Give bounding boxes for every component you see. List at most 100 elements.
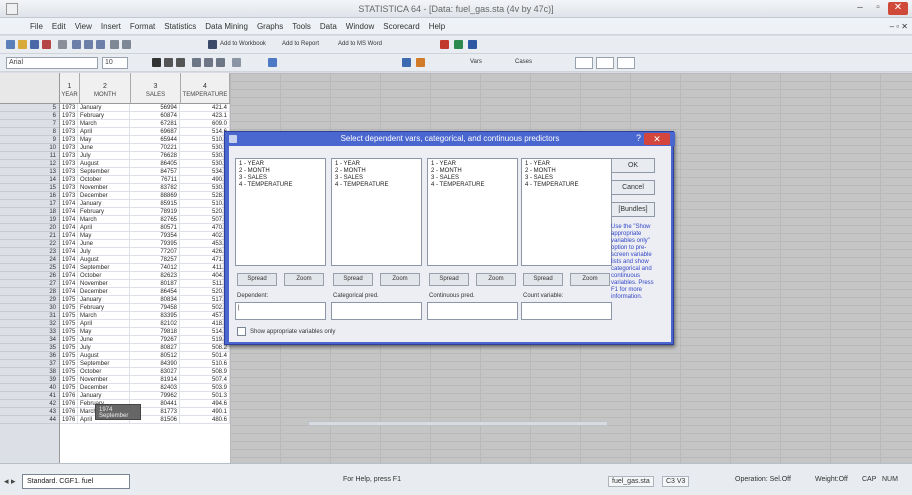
variable-item[interactable]: 2 - MONTH xyxy=(239,168,322,175)
table-cell[interactable]: 80827 xyxy=(130,344,180,352)
options-icon[interactable] xyxy=(468,40,477,49)
table-cell[interactable]: 1975 xyxy=(60,384,78,392)
table-cell[interactable]: 1974 xyxy=(60,264,78,272)
table-cell[interactable]: 503.9 xyxy=(180,384,230,392)
table-cell[interactable]: 80512 xyxy=(130,352,180,360)
table-cell[interactable]: 508.2 xyxy=(180,344,230,352)
table-cell[interactable]: 1974 xyxy=(60,280,78,288)
table-cell[interactable]: 78257 xyxy=(130,256,180,264)
table-cell[interactable]: 1975 xyxy=(60,304,78,312)
maximize-button[interactable]: ▫ xyxy=(870,2,886,15)
table-cell[interactable]: August xyxy=(78,160,130,168)
table-cell[interactable]: 76628 xyxy=(130,152,180,160)
table-cell[interactable]: 1973 xyxy=(60,176,78,184)
table-cell[interactable]: 82403 xyxy=(130,384,180,392)
table-cell[interactable]: June xyxy=(78,336,130,344)
row-header[interactable]: 26 xyxy=(0,272,59,280)
table-cell[interactable]: 1975 xyxy=(60,368,78,376)
table-cell[interactable]: 83782 xyxy=(130,184,180,192)
table-cell[interactable]: 1975 xyxy=(60,352,78,360)
table-cell[interactable]: 85915 xyxy=(130,200,180,208)
table-cell[interactable]: January xyxy=(78,200,130,208)
spread-button-3[interactable]: Spread xyxy=(429,273,469,286)
table-cell[interactable]: 1973 xyxy=(60,104,78,112)
menu-statistics[interactable]: Statistics xyxy=(164,22,196,31)
row-header[interactable]: 40 xyxy=(0,384,59,392)
table-cell[interactable]: 80187 xyxy=(130,280,180,288)
table-cell[interactable]: 79354 xyxy=(130,232,180,240)
vars-button[interactable]: Vars xyxy=(470,59,482,65)
table-cell[interactable]: 79818 xyxy=(130,328,180,336)
find-icon[interactable] xyxy=(122,40,131,49)
table-cell[interactable]: 1974 xyxy=(60,224,78,232)
table-cell[interactable]: 84757 xyxy=(130,168,180,176)
table-cell[interactable]: 1974 xyxy=(60,272,78,280)
row-header[interactable]: 44 xyxy=(0,416,59,424)
table-cell[interactable]: 1976 xyxy=(60,392,78,400)
row-header[interactable]: 39 xyxy=(0,376,59,384)
variable-item[interactable]: 1 - YEAR xyxy=(239,161,322,168)
table-cell[interactable]: 56994 xyxy=(130,104,180,112)
table-cell[interactable]: September xyxy=(78,168,130,176)
sheet-corner[interactable] xyxy=(0,73,60,104)
workbook-nav-arrows[interactable]: ◂ ▸ xyxy=(4,476,16,487)
table-cell[interactable]: 453.3 xyxy=(180,240,230,248)
table-cell[interactable]: 520.9 xyxy=(180,288,230,296)
table-cell[interactable]: August xyxy=(78,256,130,264)
table-cell[interactable]: 423.1 xyxy=(180,112,230,120)
row-header[interactable]: 22 xyxy=(0,240,59,248)
table-cell[interactable]: 1973 xyxy=(60,128,78,136)
table-cell[interactable]: 534.7 xyxy=(180,168,230,176)
column-header-year[interactable]: 1 YEAR xyxy=(60,73,80,104)
font-combo[interactable]: Arial xyxy=(6,57,98,69)
table-cell[interactable]: 76711 xyxy=(130,176,180,184)
table-cell[interactable]: September xyxy=(78,360,130,368)
row-header[interactable]: 33 xyxy=(0,328,59,336)
font-size-combo[interactable]: 10 xyxy=(102,57,128,69)
table-cell[interactable]: December xyxy=(78,384,130,392)
row-header[interactable]: 30 xyxy=(0,304,59,312)
filter-icon[interactable] xyxy=(402,58,411,67)
row-header[interactable]: 42 xyxy=(0,400,59,408)
table-cell[interactable]: 1973 xyxy=(60,184,78,192)
table-cell[interactable]: 1974 xyxy=(60,240,78,248)
table-cell[interactable]: August xyxy=(78,352,130,360)
table-cell[interactable]: June xyxy=(78,240,130,248)
table-cell[interactable]: 494.6 xyxy=(180,400,230,408)
chart-icon[interactable] xyxy=(268,58,277,67)
variable-item[interactable]: 3 - SALES xyxy=(335,175,418,182)
row-header[interactable]: 16 xyxy=(0,192,59,200)
row-header[interactable]: 36 xyxy=(0,352,59,360)
table-cell[interactable]: 79458 xyxy=(130,304,180,312)
table-cell[interactable]: 1975 xyxy=(60,336,78,344)
count-field[interactable] xyxy=(521,302,612,320)
spread-button-1[interactable]: Spread xyxy=(237,273,277,286)
table-cell[interactable]: 528.6 xyxy=(180,192,230,200)
table-cell[interactable]: 79962 xyxy=(130,392,180,400)
table-cell[interactable]: 1973 xyxy=(60,152,78,160)
table-cell[interactable]: 79267 xyxy=(130,336,180,344)
add-to-report-button[interactable]: Add to Report xyxy=(282,41,319,47)
count-variable-list[interactable]: 1 - YEAR 2 - MONTH 3 - SALES 4 - TEMPERA… xyxy=(521,158,612,266)
table-cell[interactable]: 80834 xyxy=(130,296,180,304)
menu-data[interactable]: Data xyxy=(320,22,337,31)
align-right-icon[interactable] xyxy=(216,58,225,67)
table-cell[interactable]: 77207 xyxy=(130,248,180,256)
row-header[interactable]: 6 xyxy=(0,112,59,120)
row-header[interactable]: 20 xyxy=(0,224,59,232)
table-cell[interactable]: 1974 xyxy=(60,256,78,264)
table-cell[interactable]: 457.6 xyxy=(180,312,230,320)
table-cell[interactable]: 520.9 xyxy=(180,208,230,216)
column-header-temperature[interactable]: 4 TEMPERATURE xyxy=(181,73,230,104)
table-cell[interactable]: 1974 xyxy=(60,216,78,224)
table-cell[interactable]: October xyxy=(78,272,130,280)
table-cell[interactable]: 88869 xyxy=(130,192,180,200)
table-cell[interactable]: 1975 xyxy=(60,360,78,368)
underline-icon[interactable] xyxy=(176,58,185,67)
mdi-buttons[interactable]: – ▫ ✕ xyxy=(890,22,908,31)
table-cell[interactable]: 530.6 xyxy=(180,152,230,160)
spread-button-2[interactable]: Spread xyxy=(333,273,373,286)
row-header[interactable]: 24 xyxy=(0,256,59,264)
row-header[interactable]: 19 xyxy=(0,216,59,224)
table-cell[interactable]: 1975 xyxy=(60,320,78,328)
